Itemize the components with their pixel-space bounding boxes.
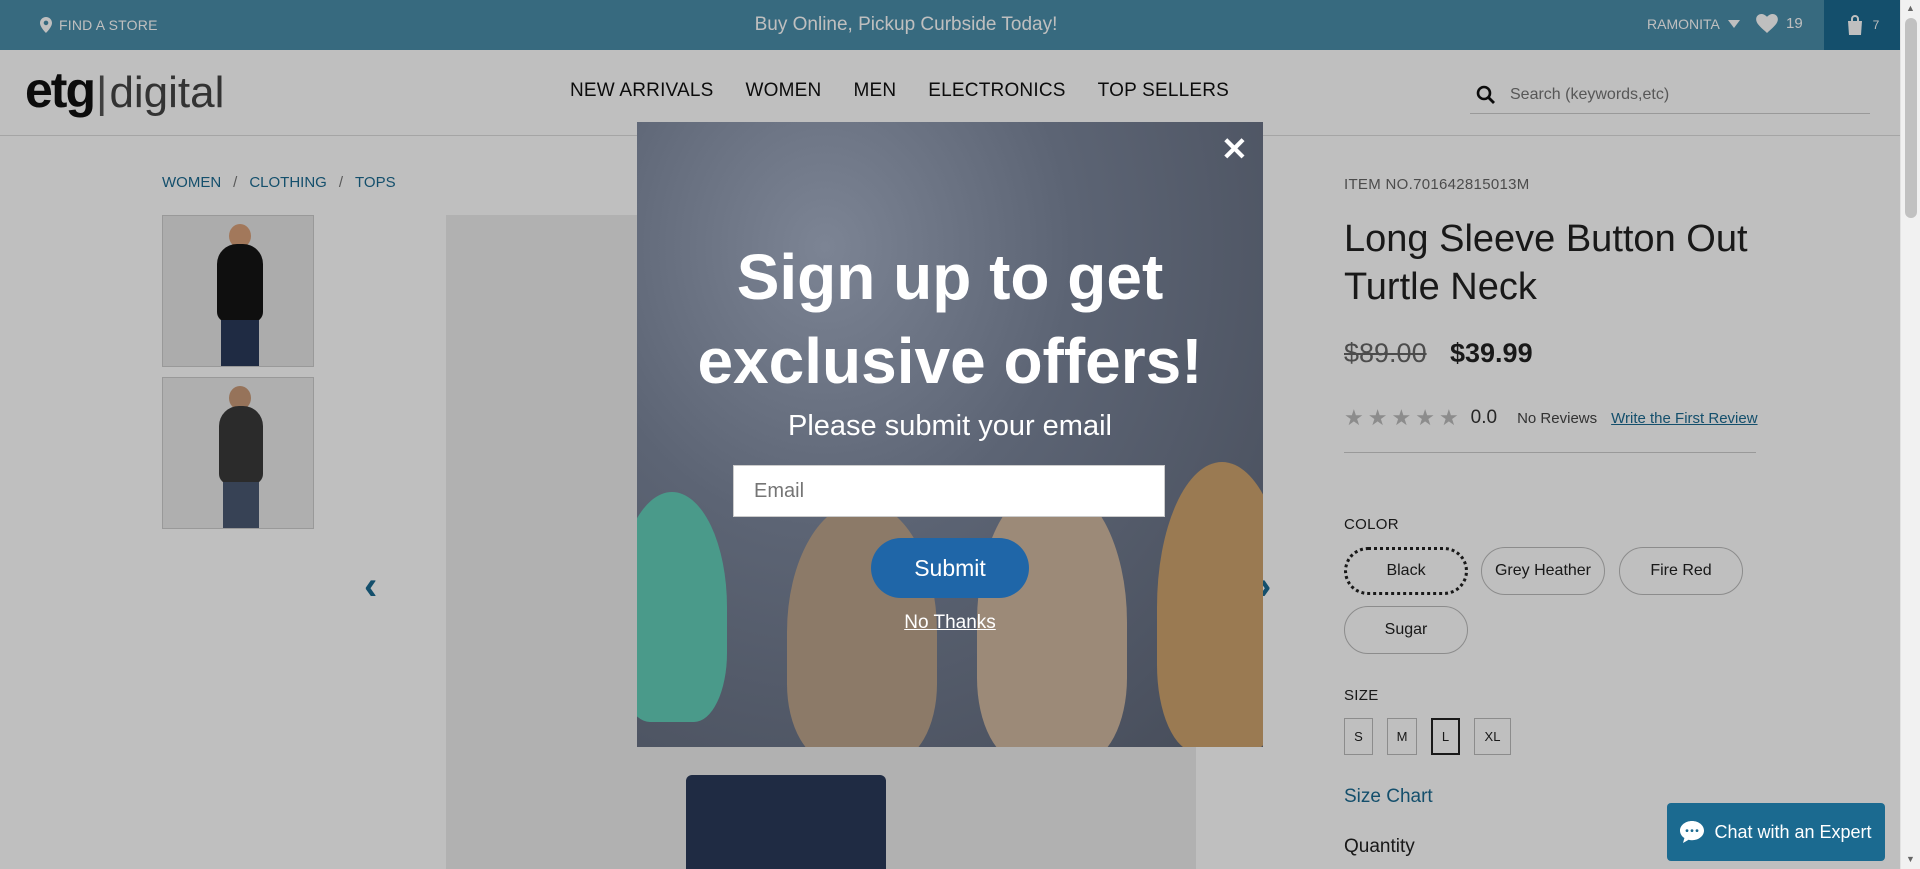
chat-with-expert-button[interactable]: Chat with an Expert <box>1667 803 1885 861</box>
hiking-boot-image <box>1157 462 1263 747</box>
submit-button[interactable]: Submit <box>871 538 1029 598</box>
chat-label: Chat with an Expert <box>1714 821 1872 842</box>
email-signup-modal: ✕ Sign up to get exclusive offers! Pleas… <box>637 122 1263 747</box>
close-icon[interactable]: ✕ <box>1221 130 1248 168</box>
modal-heading-line-1: Sign up to get <box>736 241 1164 313</box>
scrollbar-thumb[interactable] <box>1905 18 1917 218</box>
chat-bubble-icon <box>1680 821 1705 843</box>
modal-subheading: Please submit your email <box>788 410 1112 442</box>
scroll-down-arrow-icon[interactable]: ▼ <box>1906 854 1915 864</box>
modal-heading-line-2: exclusive offers! <box>697 325 1203 397</box>
scroll-up-arrow-icon[interactable]: ▲ <box>1906 3 1915 13</box>
email-field[interactable] <box>754 479 1154 503</box>
sneaker-image <box>637 492 727 722</box>
email-field-wrapper <box>733 465 1165 517</box>
no-thanks-link[interactable]: No Thanks <box>637 612 1263 634</box>
modal-heading: Sign up to get exclusive offers! <box>637 235 1263 403</box>
page-scrollbar[interactable]: ▲ ▼ <box>1900 0 1920 869</box>
